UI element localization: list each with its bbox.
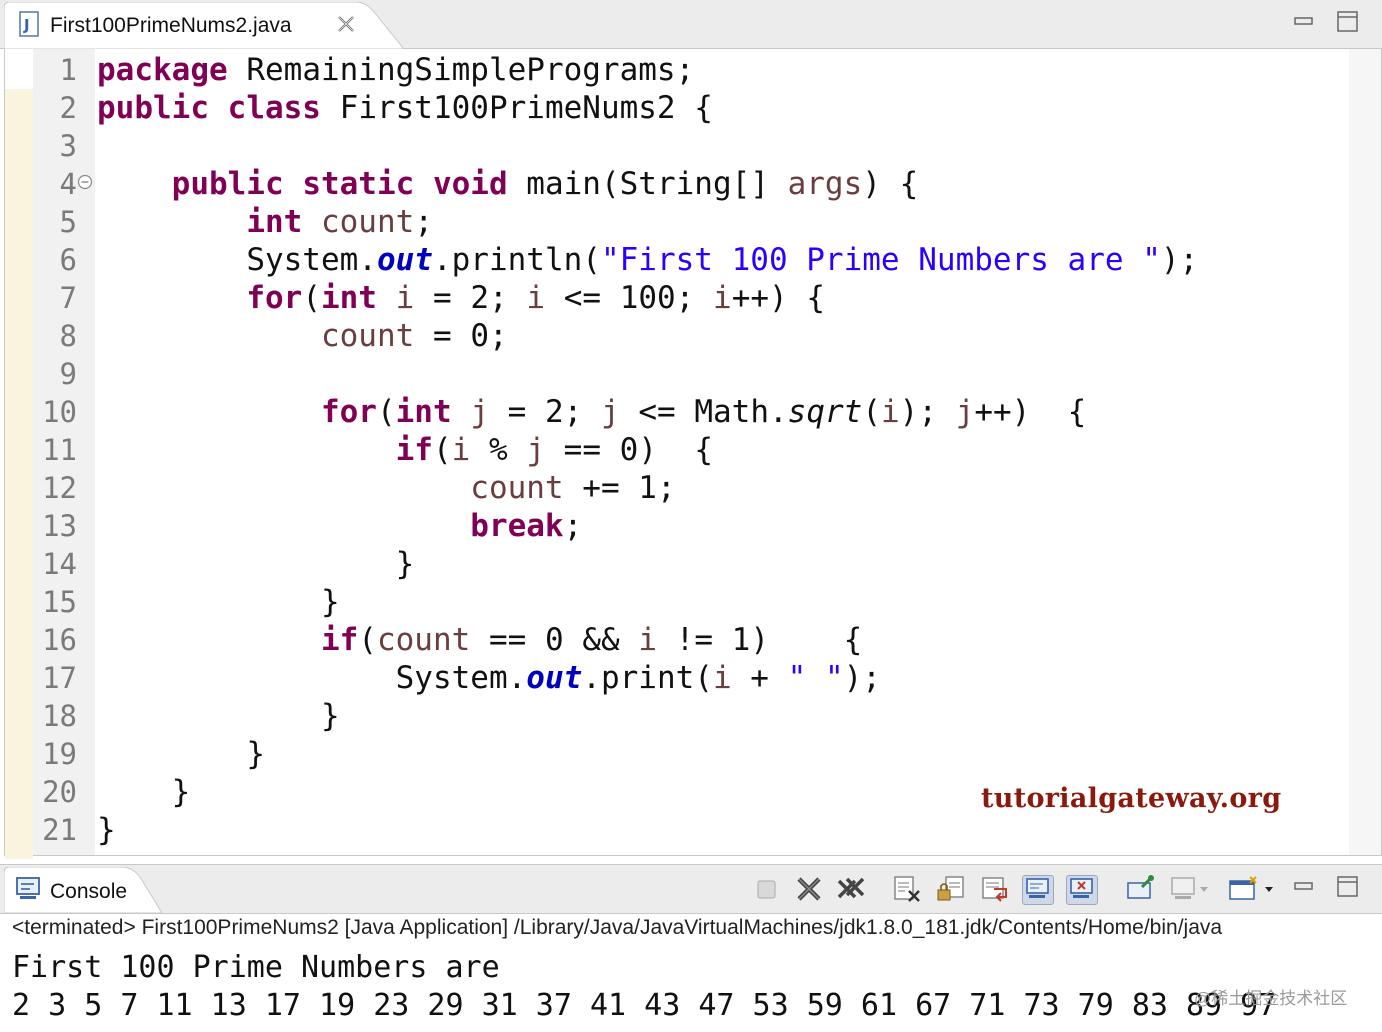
code-line[interactable]: count += 1; — [97, 469, 675, 507]
line-number: 9 — [59, 357, 77, 391]
code-line[interactable]: } — [97, 697, 340, 735]
line-number: 2 — [59, 91, 77, 125]
code-line[interactable]: if(count == 0 && i != 1) { — [97, 621, 862, 659]
remove-all-launches-icon[interactable] — [836, 875, 866, 903]
show-console-on-stdout-icon[interactable] — [1022, 875, 1054, 905]
line-number: 3 — [59, 129, 77, 163]
console-output-line-2[interactable]: 2 3 5 7 11 13 17 19 23 29 31 37 41 43 47… — [12, 988, 1276, 1023]
terminate-icon[interactable] — [752, 875, 782, 903]
java-editor[interactable]: J First100PrimeNums2.java 1 2 3 4 5 6 7 8 9 10 11 1… — [0, 0, 1382, 859]
show-console-on-stderr-icon[interactable] — [1066, 875, 1098, 905]
code-line[interactable]: break; — [97, 507, 582, 545]
close-tab-icon[interactable] — [334, 12, 358, 36]
code-line[interactable]: } — [97, 545, 415, 583]
line-number: 19 — [42, 737, 77, 771]
code-line[interactable]: } — [97, 773, 191, 811]
line-number: 11 — [42, 433, 77, 467]
line-number: 13 — [42, 509, 77, 543]
code-line[interactable]: count = 0; — [97, 317, 508, 355]
code-line[interactable]: for(int i = 2; i <= 100; i++) { — [97, 279, 825, 317]
code-line[interactable]: int count; — [97, 203, 433, 241]
code-line[interactable]: public class First100PrimeNums2 { — [97, 89, 713, 127]
minimize-icon[interactable] — [1292, 10, 1316, 34]
console-minimize-icon[interactable] — [1292, 875, 1316, 899]
code-line[interactable]: } — [97, 583, 340, 621]
console-maximize-icon[interactable] — [1336, 875, 1360, 899]
corner-watermark: @稀土掘金技术社区 — [1194, 989, 1348, 1008]
editor-text-area[interactable]: 1 2 3 4 5 6 7 8 9 10 11 12 13 14 15 16 17 18 19 20 21 packag… — [4, 49, 1382, 859]
line-number: 6 — [59, 243, 77, 277]
console-status-line: <terminated> First100PrimeNums2 [Java Ap… — [12, 916, 1223, 939]
editor-tab[interactable]: J First100PrimeNums2.java — [4, 2, 412, 49]
line-number: 7 — [59, 281, 77, 315]
editor-tab-bar: J First100PrimeNums2.java — [0, 0, 1382, 49]
editor-tab-title: First100PrimeNums2.java — [50, 14, 292, 37]
overview-ruler — [1349, 49, 1381, 855]
console-tab-label: Console — [50, 880, 128, 903]
line-number: 20 — [42, 775, 77, 809]
pin-console-icon[interactable] — [1126, 875, 1156, 903]
code-line[interactable]: } — [97, 811, 116, 849]
line-number: 21 — [42, 813, 77, 847]
line-number: 5 — [59, 205, 77, 239]
line-number: 1 — [59, 53, 77, 87]
line-number: 15 — [42, 585, 77, 619]
scroll-lock-icon[interactable] — [936, 875, 966, 903]
display-selected-console-icon[interactable] — [1170, 875, 1208, 903]
console-toolbar: Console — [0, 864, 1382, 914]
site-watermark: tutorialgateway.org — [981, 783, 1282, 814]
line-number: 4 — [59, 167, 77, 201]
word-wrap-icon[interactable] — [980, 875, 1010, 903]
code-line[interactable]: package RemainingSimplePrograms; — [97, 51, 694, 89]
console-output-line-1[interactable]: First 100 Prime Numbers are — [12, 950, 518, 985]
code-line[interactable]: System.out.print(i + " "); — [97, 659, 881, 697]
open-console-icon[interactable] — [1228, 875, 1273, 903]
console-icon — [16, 877, 42, 901]
clear-console-icon[interactable] — [892, 875, 922, 903]
line-number: 14 — [42, 547, 77, 581]
code-line[interactable]: for(int j = 2; j <= Math.sqrt(i); j++) { — [97, 393, 1086, 431]
remove-launch-icon[interactable] — [794, 875, 824, 903]
code-line[interactable]: public static void main(String[] args) { — [97, 165, 919, 203]
code-line[interactable]: System.out.println("First 100 Prime Numb… — [97, 241, 1198, 279]
line-number: 16 — [42, 623, 77, 657]
line-number: 12 — [42, 471, 77, 505]
svg-text:J: J — [23, 16, 30, 34]
overview-strip — [5, 89, 33, 859]
maximize-icon[interactable] — [1336, 10, 1360, 34]
line-number: 10 — [42, 395, 77, 429]
console-tab[interactable]: Console — [4, 867, 164, 913]
java-file-icon: J — [18, 11, 42, 39]
code-line[interactable]: if(i % j == 0) { — [97, 431, 713, 469]
console-view[interactable]: Console <terminated> First100PrimeNums2 … — [0, 864, 1382, 1032]
code-line[interactable]: } — [97, 735, 265, 773]
line-number: 17 — [42, 661, 77, 695]
fold-collapse-icon[interactable] — [77, 174, 93, 190]
line-number: 8 — [59, 319, 77, 353]
line-number: 18 — [42, 699, 77, 733]
